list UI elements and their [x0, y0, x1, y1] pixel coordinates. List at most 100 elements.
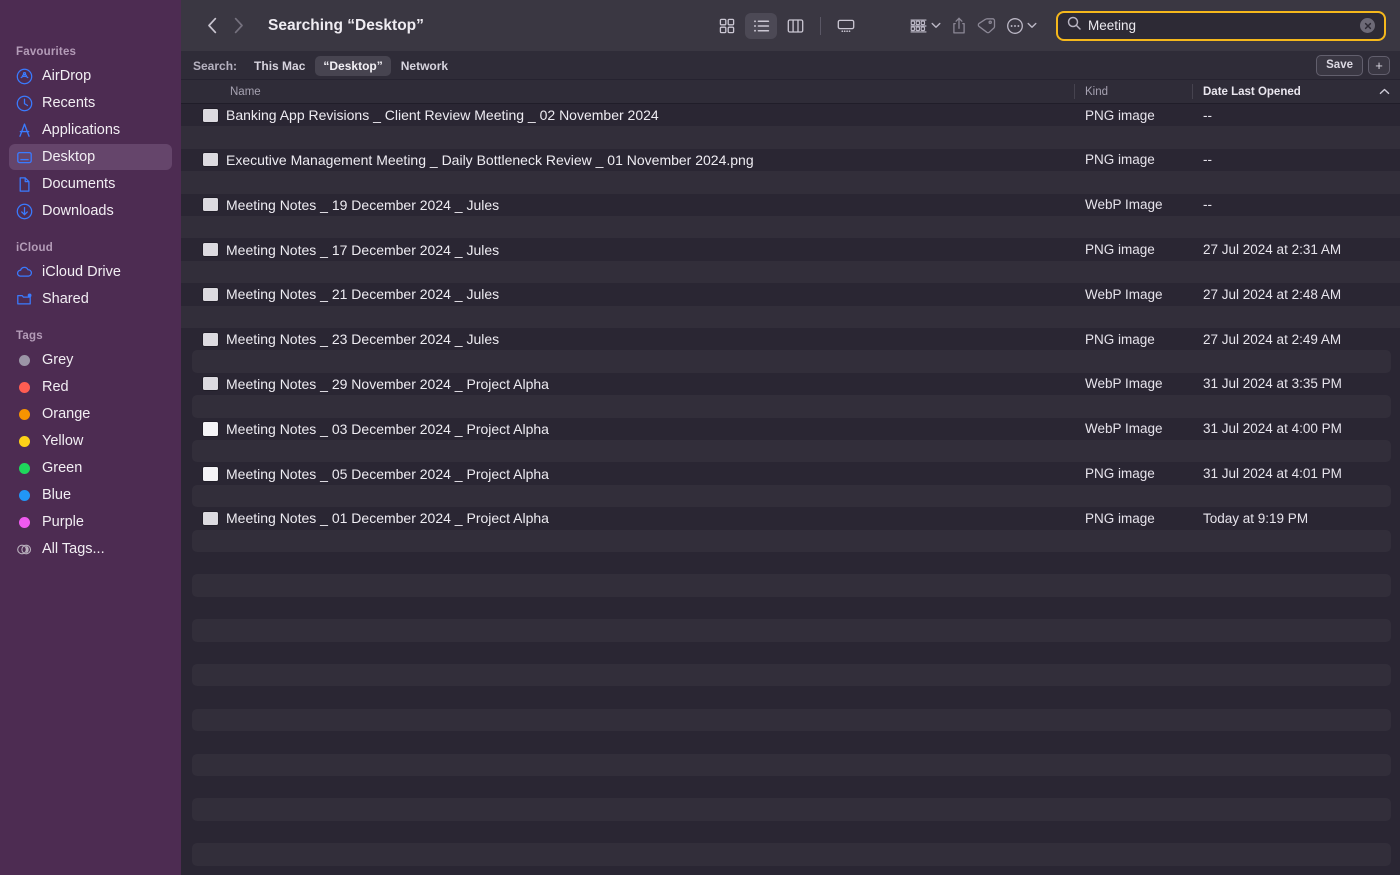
- list-view-button[interactable]: [745, 13, 777, 39]
- sidebar-item-label: Yellow: [42, 434, 83, 449]
- scope-network[interactable]: Network: [393, 56, 456, 76]
- table-row[interactable]: Meeting Notes _ 05 December 2024 _ Proje…: [181, 462, 1400, 484]
- back-button[interactable]: [199, 13, 225, 39]
- column-headers: Name Kind Date Last Opened: [181, 80, 1400, 104]
- file-name-label: Meeting Notes _ 23 December 2024 _ Jules: [226, 331, 499, 347]
- sidebar-item-label: Documents: [42, 177, 115, 192]
- table-row[interactable]: Meeting Notes _ 17 December 2024 _ Jules…: [181, 238, 1400, 260]
- sidebar-tag-red[interactable]: Red: [9, 374, 172, 400]
- file-name-label: Banking App Revisions _ Client Review Me…: [226, 107, 659, 123]
- file-date-cell: 27 Jul 2024 at 2:48 AM: [1192, 287, 1400, 302]
- sidebar-all-tags[interactable]: All Tags...: [9, 536, 172, 562]
- sidebar-item-airdrop[interactable]: AirDrop: [9, 63, 172, 89]
- sidebar-section-icloud-header: iCloud: [0, 242, 181, 258]
- sidebar-item-icloud-drive[interactable]: iCloud Drive: [9, 259, 172, 285]
- file-name-label: Meeting Notes _ 05 December 2024 _ Proje…: [226, 466, 549, 482]
- gallery-view-button[interactable]: [830, 13, 862, 39]
- tag-dot-icon: [16, 460, 33, 477]
- sidebar-tag-purple[interactable]: Purple: [9, 509, 172, 535]
- file-kind-cell: WebP Image: [1074, 197, 1192, 212]
- clear-search-icon[interactable]: [1360, 18, 1375, 33]
- table-row[interactable]: Executive Management Meeting _ Daily Bot…: [181, 149, 1400, 171]
- share-button[interactable]: [946, 13, 972, 39]
- group-by-button[interactable]: [904, 13, 946, 39]
- sidebar-item-shared[interactable]: Shared: [9, 286, 172, 312]
- sidebar-section-favourites-header: Favourites: [0, 46, 181, 62]
- image-thumbnail-icon: [203, 243, 218, 256]
- file-name-cell: Meeting Notes _ 03 December 2024 _ Proje…: [181, 421, 1074, 437]
- document-thumbnail-icon: [203, 422, 218, 436]
- table-row[interactable]: Meeting Notes _ 03 December 2024 _ Proje…: [181, 418, 1400, 440]
- icon-view-button[interactable]: [711, 13, 743, 39]
- document-thumbnail-icon: [203, 467, 218, 481]
- table-row[interactable]: Meeting Notes _ 23 December 2024 _ Jules…: [181, 328, 1400, 350]
- download-icon: [16, 203, 33, 220]
- sidebar-item-label: Green: [42, 461, 82, 476]
- scope-desktop[interactable]: “Desktop”: [315, 56, 390, 76]
- tag-dot-icon: [16, 379, 33, 396]
- scope-this-mac[interactable]: This Mac: [246, 56, 313, 76]
- file-name-cell: Meeting Notes _ 01 December 2024 _ Proje…: [181, 510, 1074, 526]
- file-name-label: Meeting Notes _ 19 December 2024 _ Jules: [226, 197, 499, 213]
- column-header-date-label: Date Last Opened: [1203, 86, 1301, 98]
- sidebar-item-documents[interactable]: Documents: [9, 171, 172, 197]
- sidebar-item-desktop[interactable]: Desktop: [9, 144, 172, 170]
- sidebar-item-label: Applications: [42, 123, 120, 138]
- main-panel: Searching “Desktop”: [181, 0, 1400, 875]
- sidebar-item-downloads[interactable]: Downloads: [9, 198, 172, 224]
- file-kind-cell: WebP Image: [1074, 421, 1192, 436]
- save-search-button[interactable]: Save: [1316, 55, 1363, 76]
- sidebar-item-label: Shared: [42, 292, 89, 307]
- sidebar-tag-green[interactable]: Green: [9, 455, 172, 481]
- image-thumbnail-icon: [203, 288, 218, 301]
- table-row[interactable]: Meeting Notes _ 01 December 2024 _ Proje…: [181, 507, 1400, 529]
- toolbar: Searching “Desktop”: [181, 0, 1400, 52]
- sidebar-tag-yellow[interactable]: Yellow: [9, 428, 172, 454]
- file-date-cell: Today at 9:19 PM: [1192, 511, 1400, 526]
- all-tags-icon: [16, 541, 33, 558]
- view-mode-group: [711, 13, 862, 39]
- sidebar-tag-grey[interactable]: Grey: [9, 347, 172, 373]
- toolbar-divider: [820, 17, 821, 35]
- search-label: Search:: [193, 59, 237, 73]
- tag-button[interactable]: [972, 13, 1001, 39]
- table-row[interactable]: Meeting Notes _ 19 December 2024 _ Jules…: [181, 194, 1400, 216]
- file-date-cell: 27 Jul 2024 at 2:31 AM: [1192, 242, 1400, 257]
- search-icon: [1067, 16, 1081, 35]
- sidebar-item-applications[interactable]: Applications: [9, 117, 172, 143]
- more-actions-button[interactable]: [1001, 13, 1042, 39]
- sidebar-item-label: All Tags...: [42, 542, 105, 557]
- tag-dot-icon: [16, 352, 33, 369]
- image-thumbnail-icon: [203, 512, 218, 525]
- forward-button[interactable]: [225, 13, 251, 39]
- file-kind-cell: PNG image: [1074, 152, 1192, 167]
- column-header-date-last-opened[interactable]: Date Last Opened: [1192, 80, 1400, 103]
- sidebar-item-label: Blue: [42, 488, 71, 503]
- file-kind-cell: PNG image: [1074, 511, 1192, 526]
- sidebar-item-recents[interactable]: Recents: [9, 90, 172, 116]
- search-input[interactable]: [1088, 18, 1353, 33]
- table-row[interactable]: Meeting Notes _ 21 December 2024 _ Jules…: [181, 283, 1400, 305]
- column-view-button[interactable]: [779, 13, 811, 39]
- sidebar-item-label: Orange: [42, 407, 90, 422]
- tag-dot-icon: [16, 406, 33, 423]
- sidebar-item-label: Red: [42, 380, 69, 395]
- add-filter-button[interactable]: +: [1368, 56, 1390, 75]
- applications-icon: [16, 122, 33, 139]
- table-row[interactable]: Banking App Revisions _ Client Review Me…: [181, 104, 1400, 126]
- search-field[interactable]: [1056, 11, 1386, 41]
- file-date-cell: 27 Jul 2024 at 2:49 AM: [1192, 332, 1400, 347]
- chevron-down-icon: [1027, 22, 1037, 29]
- sidebar-tag-blue[interactable]: Blue: [9, 482, 172, 508]
- sidebar-tag-orange[interactable]: Orange: [9, 401, 172, 427]
- file-kind-cell: PNG image: [1074, 108, 1192, 123]
- file-list[interactable]: Banking App Revisions _ Client Review Me…: [181, 104, 1400, 875]
- sidebar-item-label: iCloud Drive: [42, 265, 121, 280]
- chevron-down-icon: [931, 22, 941, 29]
- column-header-kind[interactable]: Kind: [1074, 80, 1192, 103]
- clock-icon: [16, 95, 33, 112]
- column-header-name[interactable]: Name: [181, 80, 1074, 103]
- image-thumbnail-icon: [203, 377, 218, 390]
- column-header-name-label: Name: [230, 86, 261, 98]
- table-row[interactable]: Meeting Notes _ 29 November 2024 _ Proje…: [181, 373, 1400, 395]
